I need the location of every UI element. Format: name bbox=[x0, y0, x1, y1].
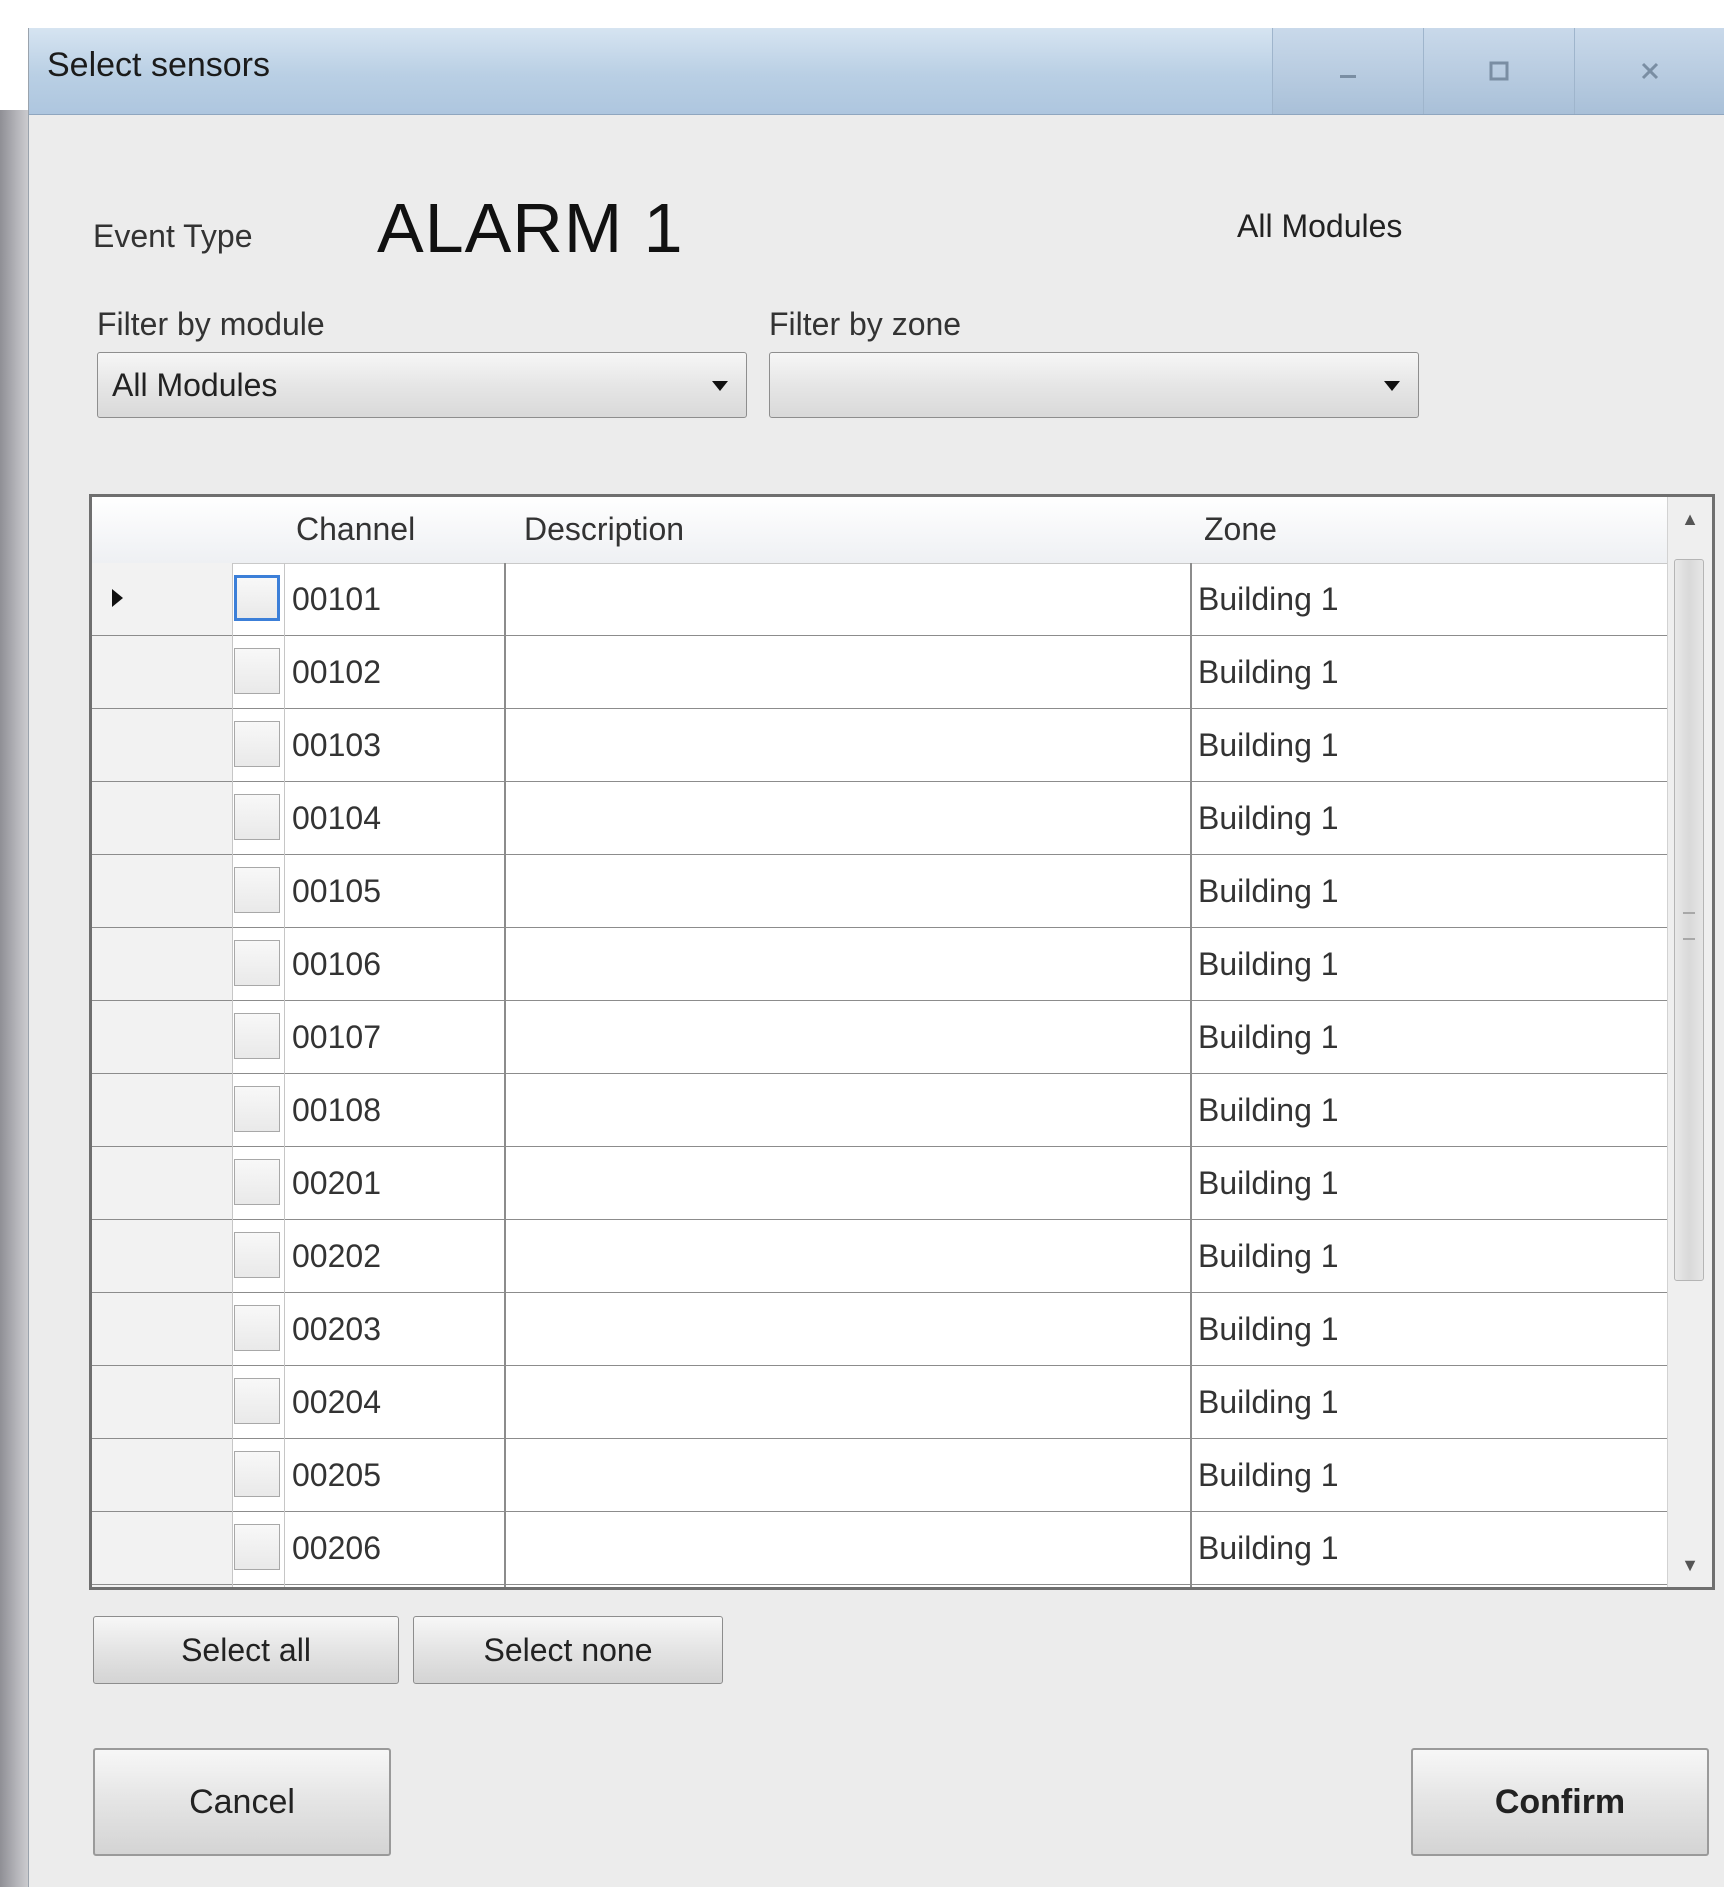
event-type-label: Event Type bbox=[93, 218, 253, 254]
filter-module-select[interactable]: All Modules bbox=[97, 352, 747, 418]
close-icon bbox=[1641, 62, 1659, 80]
zone-cell: Building 1 bbox=[1198, 1530, 1339, 1566]
scroll-up-icon[interactable]: ▲ bbox=[1668, 497, 1712, 541]
maximize-icon bbox=[1489, 61, 1509, 81]
channel-cell: 00108 bbox=[292, 1092, 381, 1128]
table-row[interactable]: 00103 Building 1 bbox=[92, 709, 1670, 782]
channel-cell: 00206 bbox=[292, 1530, 381, 1566]
channel-cell: 00201 bbox=[292, 1165, 381, 1201]
channel-cell: 00101 bbox=[292, 581, 381, 617]
current-row-indicator-icon bbox=[112, 589, 123, 607]
zone-cell: Building 1 bbox=[1198, 1092, 1339, 1128]
channel-cell: 00203 bbox=[292, 1311, 381, 1347]
channel-cell: 00104 bbox=[292, 800, 381, 836]
minimize-icon bbox=[1340, 75, 1356, 78]
row-checkbox[interactable] bbox=[234, 940, 280, 986]
zone-cell: Building 1 bbox=[1198, 727, 1339, 763]
table-row[interactable]: 00102 Building 1 bbox=[92, 636, 1670, 709]
current-module-label: All Modules bbox=[1237, 208, 1403, 244]
row-checkbox[interactable] bbox=[234, 575, 280, 621]
column-divider bbox=[232, 563, 233, 1587]
table-row[interactable]: 00108 Building 1 bbox=[92, 1074, 1670, 1147]
row-checkbox[interactable] bbox=[234, 1305, 280, 1351]
zone-cell: Building 1 bbox=[1198, 1019, 1339, 1055]
filter-zone-select[interactable] bbox=[769, 352, 1419, 418]
select-all-button[interactable]: Select all bbox=[93, 1616, 399, 1684]
minimize-button[interactable] bbox=[1272, 28, 1423, 114]
filter-module-label: Filter by module bbox=[97, 306, 325, 342]
channel-cell: 00106 bbox=[292, 946, 381, 982]
channel-cell: 00105 bbox=[292, 873, 381, 909]
column-header-description[interactable]: Description bbox=[524, 511, 684, 548]
column-header-channel[interactable]: Channel bbox=[296, 511, 415, 548]
scroll-thumb[interactable] bbox=[1674, 559, 1704, 1281]
table-row[interactable]: 00204 Building 1 bbox=[92, 1366, 1670, 1439]
row-checkbox[interactable] bbox=[234, 1524, 280, 1570]
zone-cell: Building 1 bbox=[1198, 654, 1339, 690]
zone-cell: Building 1 bbox=[1198, 1384, 1339, 1420]
select-sensors-dialog: Select sensors Event Type ALARM 1 All Mo… bbox=[28, 28, 1724, 1887]
zone-cell: Building 1 bbox=[1198, 873, 1339, 909]
row-checkbox[interactable] bbox=[234, 867, 280, 913]
grip-icon bbox=[1683, 912, 1695, 940]
channel-cell: 00204 bbox=[292, 1384, 381, 1420]
channel-cell: 00107 bbox=[292, 1019, 381, 1055]
zone-cell: Building 1 bbox=[1198, 1457, 1339, 1493]
select-none-button[interactable]: Select none bbox=[413, 1616, 723, 1684]
column-header-zone[interactable]: Zone bbox=[1204, 511, 1277, 548]
zone-cell: Building 1 bbox=[1198, 1165, 1339, 1201]
filter-zone-label: Filter by zone bbox=[769, 306, 962, 342]
row-checkbox[interactable] bbox=[234, 1232, 280, 1278]
window-controls bbox=[1272, 28, 1724, 114]
table-row[interactable]: 00205 Building 1 bbox=[92, 1439, 1670, 1512]
zone-cell: Building 1 bbox=[1198, 1238, 1339, 1274]
column-divider bbox=[504, 563, 506, 1587]
zone-cell: Building 1 bbox=[1198, 1311, 1339, 1347]
row-checkbox[interactable] bbox=[234, 1378, 280, 1424]
channel-cell: 00103 bbox=[292, 727, 381, 763]
table-row[interactable]: 00203 Building 1 bbox=[92, 1293, 1670, 1366]
table-row[interactable]: 00106 Building 1 bbox=[92, 928, 1670, 1001]
grid-header: Channel Description Zone bbox=[92, 497, 1670, 564]
title-bar[interactable]: Select sensors bbox=[29, 28, 1724, 115]
maximize-button[interactable] bbox=[1423, 28, 1574, 114]
row-checkbox[interactable] bbox=[234, 648, 280, 694]
vertical-scrollbar[interactable]: ▲ ▼ bbox=[1667, 497, 1712, 1587]
table-row[interactable]: 00107 Building 1 bbox=[92, 1001, 1670, 1074]
close-button[interactable] bbox=[1574, 28, 1724, 114]
row-checkbox[interactable] bbox=[234, 1086, 280, 1132]
chevron-down-icon bbox=[712, 381, 728, 391]
row-checkbox[interactable] bbox=[234, 794, 280, 840]
zone-cell: Building 1 bbox=[1198, 946, 1339, 982]
channel-cell: 00202 bbox=[292, 1238, 381, 1274]
row-checkbox[interactable] bbox=[234, 1159, 280, 1205]
zone-cell: Building 1 bbox=[1198, 800, 1339, 836]
window-title: Select sensors bbox=[47, 46, 270, 84]
filter-module-value: All Modules bbox=[112, 367, 278, 403]
table-row[interactable]: 00206 Building 1 bbox=[92, 1512, 1670, 1585]
row-checkbox[interactable] bbox=[234, 1451, 280, 1497]
column-divider bbox=[1190, 563, 1192, 1587]
table-row[interactable]: 00101 Building 1 bbox=[92, 563, 1670, 636]
channel-cell: 00102 bbox=[292, 654, 381, 690]
event-type-value: ALARM 1 bbox=[377, 189, 684, 267]
column-divider bbox=[284, 563, 285, 1587]
sensors-grid[interactable]: Channel Description Zone 00101 Building 1… bbox=[89, 494, 1715, 1590]
cancel-button[interactable]: Cancel bbox=[93, 1748, 391, 1856]
chevron-down-icon bbox=[1384, 381, 1400, 391]
channel-cell: 00205 bbox=[292, 1457, 381, 1493]
table-row[interactable]: 00201 Building 1 bbox=[92, 1147, 1670, 1220]
confirm-button[interactable]: Confirm bbox=[1411, 1748, 1709, 1856]
row-checkbox[interactable] bbox=[234, 721, 280, 767]
row-checkbox[interactable] bbox=[234, 1013, 280, 1059]
zone-cell: Building 1 bbox=[1198, 581, 1339, 617]
table-row[interactable]: 00202 Building 1 bbox=[92, 1220, 1670, 1293]
table-row[interactable]: 00105 Building 1 bbox=[92, 855, 1670, 928]
table-row[interactable]: 00104 Building 1 bbox=[92, 782, 1670, 855]
scroll-down-icon[interactable]: ▼ bbox=[1668, 1543, 1712, 1587]
